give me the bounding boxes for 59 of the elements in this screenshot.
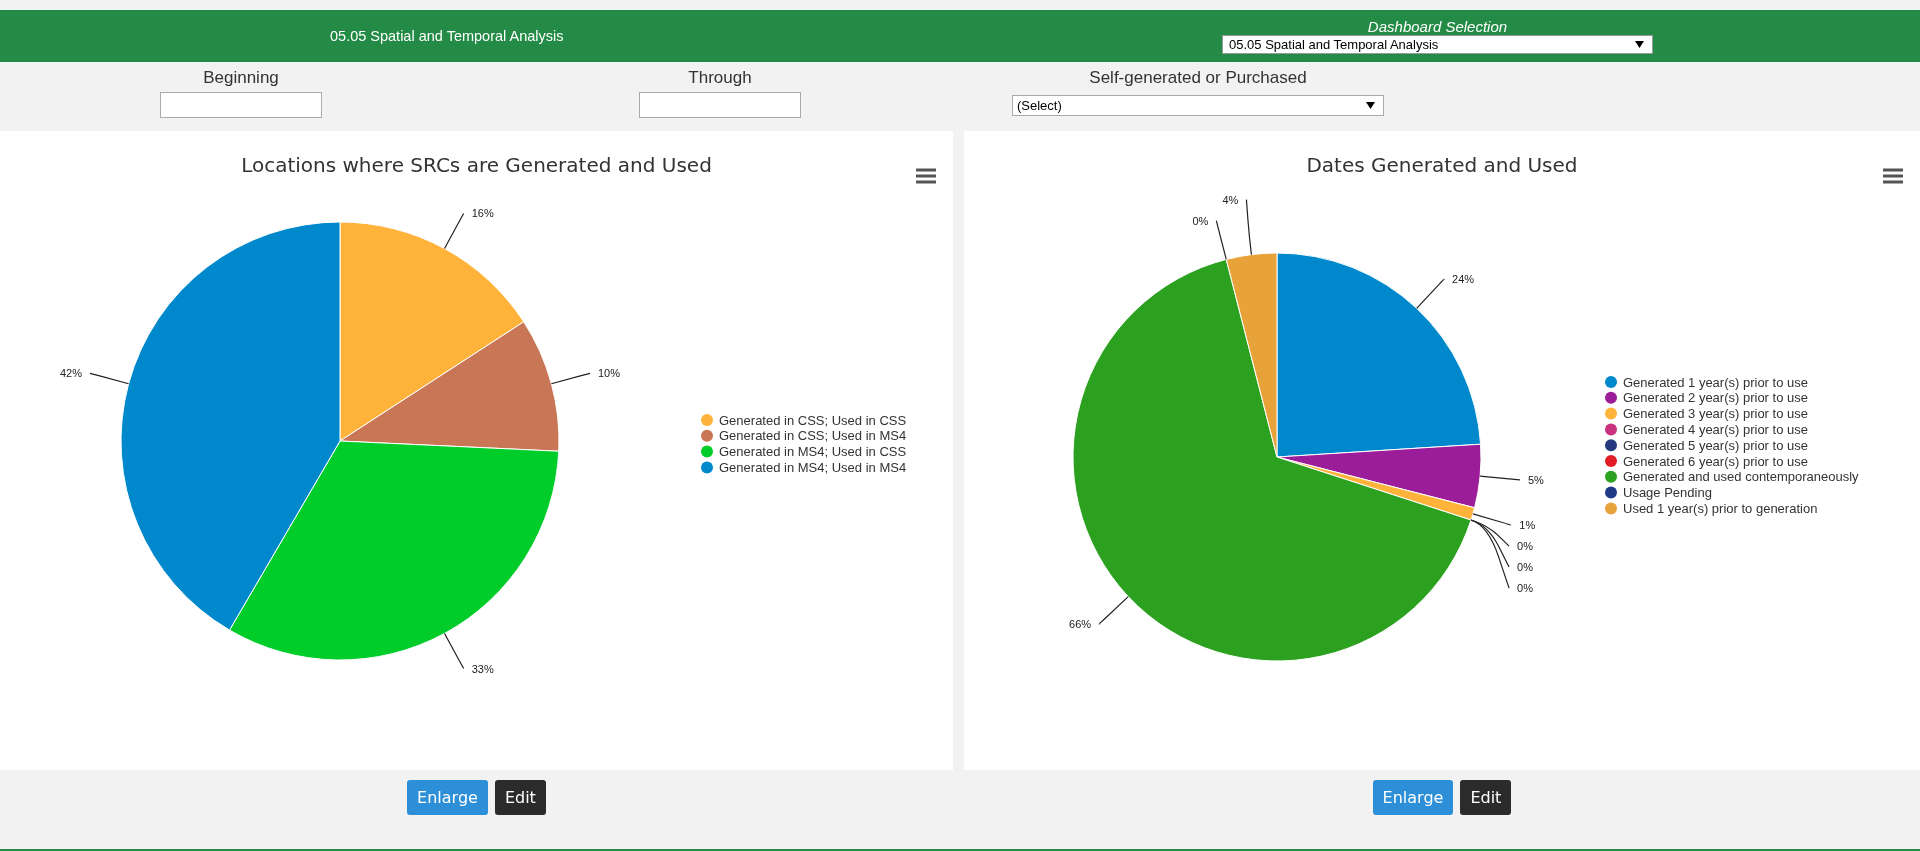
- pie-slice[interactable]: [339, 221, 525, 442]
- leader-line: [443, 632, 465, 670]
- pie-slice[interactable]: [229, 440, 560, 661]
- leader-line: [550, 372, 591, 385]
- data-label: 0%: [1517, 561, 1533, 574]
- leader-line: [89, 372, 130, 385]
- data-label: 24%: [1452, 273, 1475, 286]
- legend-label[interactable]: Generated and used contemporaneously: [1623, 469, 1859, 485]
- data-label: 4%: [1222, 193, 1239, 206]
- leader-line: [1416, 278, 1445, 309]
- caret-icon: [1366, 102, 1375, 109]
- edit-button[interactable]: Edit: [494, 780, 546, 815]
- leader-line: [1215, 220, 1227, 260]
- date-field[interactable]: [639, 92, 801, 118]
- dashboard-title: 05.05 Spatial and Temporal Analysis: [330, 28, 565, 44]
- legend-label[interactable]: Generated 2 year(s) prior to use: [1623, 390, 1808, 406]
- legend-label[interactable]: Generated 6 year(s) prior to use: [1623, 453, 1808, 469]
- data-label: 10%: [598, 367, 621, 380]
- pie-slice[interactable]: [1276, 443, 1482, 509]
- data-label: 66%: [1069, 618, 1092, 631]
- data-label: 42%: [59, 367, 82, 380]
- menu-icon[interactable]: [916, 168, 936, 184]
- pie-slice[interactable]: [339, 321, 560, 452]
- legend-label[interactable]: Generated 4 year(s) prior to use: [1623, 421, 1808, 437]
- legend-label[interactable]: Generated in CSS; Used in CSS: [719, 412, 907, 428]
- data-label: 0%: [1517, 540, 1533, 553]
- chart-title: Dates Generated and Used: [1306, 153, 1578, 177]
- field-label: Dashboard Selection: [1366, 18, 1509, 35]
- data-label: 5%: [1527, 473, 1544, 486]
- legend-label[interactable]: Generated 1 year(s) prior to use: [1623, 374, 1808, 390]
- chart-title: Locations where SRCs are Generated and Used: [241, 153, 712, 177]
- legend-label[interactable]: Generated 5 year(s) prior to use: [1623, 437, 1808, 453]
- legend-label[interactable]: Generated in MS4; Used in CSS: [719, 444, 907, 460]
- leader-line: [1479, 475, 1521, 481]
- legend-label[interactable]: Generated in MS4; Used in MS4: [719, 459, 907, 475]
- filter-label: Through: [688, 67, 752, 89]
- data-label: 0%: [1517, 582, 1533, 595]
- data-label: 1%: [1519, 519, 1536, 532]
- menu-icon[interactable]: [1883, 168, 1903, 184]
- pie-slice[interactable]: [1225, 252, 1278, 458]
- filter-label: Beginning: [203, 67, 279, 89]
- edit-button[interactable]: Edit: [1460, 780, 1512, 815]
- filter-label: Self-generated or Purchased: [1089, 67, 1307, 89]
- leader-line: [1098, 596, 1129, 625]
- pie-slice[interactable]: [1276, 252, 1482, 458]
- data-label: 33%: [471, 662, 494, 675]
- data-label: 16%: [471, 207, 494, 220]
- legend-label[interactable]: Used 1 year(s) prior to generation: [1623, 500, 1818, 516]
- dashboard-dropdown[interactable]: 05.05 Spatial and Temporal Analysis: [1222, 35, 1653, 54]
- data-label: 0%: [1192, 214, 1209, 227]
- pie-slice[interactable]: [120, 221, 341, 631]
- date-field[interactable]: [160, 92, 322, 118]
- caret-icon: [1635, 41, 1644, 48]
- legend-label[interactable]: Generated in CSS; Used in MS4: [719, 428, 907, 444]
- filter-dropdown[interactable]: (Select): [1012, 95, 1384, 116]
- legend-label[interactable]: Usage Pending: [1623, 485, 1712, 501]
- legend-label[interactable]: Generated 3 year(s) prior to use: [1623, 406, 1808, 422]
- leader-line: [443, 212, 465, 250]
- leader-line: [1245, 199, 1253, 256]
